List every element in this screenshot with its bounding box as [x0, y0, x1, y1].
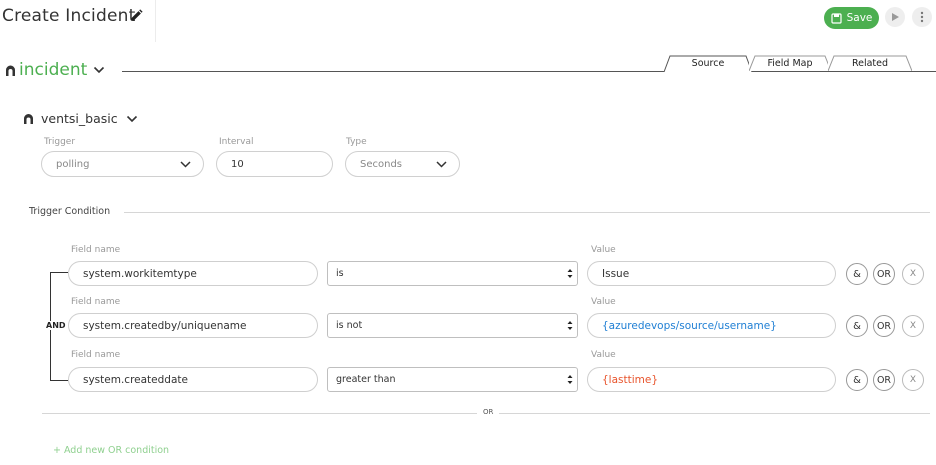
- chevron-down-icon: [436, 160, 447, 168]
- source-icon: [24, 114, 33, 124]
- save-icon: [831, 12, 842, 24]
- type-value: Seconds: [360, 158, 403, 170]
- header-divider: [155, 0, 156, 42]
- remove-condition-button[interactable]: X: [902, 315, 924, 337]
- chevron-down-icon[interactable]: [126, 115, 138, 123]
- entity-name[interactable]: incident: [19, 60, 87, 80]
- or-divider-label: OR: [477, 408, 500, 416]
- condition-field-input[interactable]: system.createddate: [68, 367, 318, 392]
- add-and-button[interactable]: &: [846, 369, 868, 391]
- select-arrows-icon: [567, 375, 573, 384]
- save-button[interactable]: Save: [824, 7, 879, 29]
- add-or-button[interactable]: OR: [873, 315, 895, 337]
- condition-field-value: system.createdby/uniquename: [83, 319, 247, 332]
- field-name-label: Field name: [71, 245, 121, 255]
- more-vertical-icon: [920, 11, 924, 23]
- tab-source[interactable]: Source: [664, 55, 752, 72]
- remove-condition-button[interactable]: X: [902, 263, 924, 285]
- condition-operator-select[interactable]: greater than: [327, 367, 578, 392]
- condition-field-input[interactable]: system.createdby/uniquename: [68, 313, 318, 338]
- type-label: Type: [346, 137, 367, 147]
- value-label: Value: [591, 245, 616, 255]
- play-icon: [892, 13, 899, 21]
- add-and-button[interactable]: &: [846, 263, 868, 285]
- section-divider: [124, 212, 930, 213]
- value-label: Value: [591, 297, 616, 307]
- run-button[interactable]: [885, 7, 905, 27]
- page-title: Create Incident: [2, 6, 136, 26]
- condition-value-input[interactable]: Issue: [587, 261, 836, 286]
- select-arrows-icon: [567, 269, 573, 278]
- chevron-down-icon: [180, 160, 191, 168]
- condition-field-value: system.createddate: [83, 373, 188, 386]
- entity-icon: [6, 65, 15, 76]
- value-label: Value: [591, 350, 616, 360]
- condition-value: {azuredevops/source/username}: [602, 319, 777, 332]
- condition-value-input[interactable]: {lasttime}: [587, 367, 836, 392]
- save-label: Save: [846, 12, 873, 24]
- trigger-value: polling: [56, 158, 90, 170]
- add-or-button[interactable]: OR: [873, 369, 895, 391]
- condition-operator-select[interactable]: is not: [327, 313, 578, 338]
- and-operator-label[interactable]: AND: [44, 321, 68, 330]
- condition-operator-select[interactable]: is: [327, 261, 578, 286]
- trigger-select[interactable]: polling: [41, 151, 204, 177]
- add-or-condition-link[interactable]: + Add new OR condition: [53, 445, 169, 456]
- field-name-label: Field name: [71, 350, 121, 360]
- tab-field-map-label: Field Map: [767, 57, 813, 69]
- interval-label: Interval: [219, 137, 254, 147]
- trigger-label: Trigger: [44, 137, 76, 147]
- tab-field-map[interactable]: Field Map: [749, 55, 831, 71]
- condition-field-input[interactable]: system.workitemtype: [68, 261, 318, 286]
- interval-input[interactable]: 10: [216, 151, 333, 177]
- add-and-button[interactable]: &: [846, 315, 868, 337]
- remove-condition-button[interactable]: X: [902, 369, 924, 391]
- interval-value: 10: [231, 158, 244, 170]
- tab-related[interactable]: Related: [828, 55, 912, 71]
- condition-value-input[interactable]: {azuredevops/source/username}: [587, 313, 836, 338]
- condition-operator-value: is: [336, 268, 344, 279]
- and-bracket-bottom: [50, 380, 68, 381]
- entity-divider: [122, 71, 936, 72]
- chevron-down-icon[interactable]: [93, 66, 105, 74]
- condition-operator-value: is not: [336, 320, 363, 331]
- condition-value: Issue: [602, 267, 630, 280]
- condition-value: {lasttime}: [602, 373, 659, 386]
- trigger-condition-title: Trigger Condition: [29, 206, 111, 217]
- tab-related-label: Related: [851, 57, 889, 69]
- pencil-icon[interactable]: [128, 8, 144, 24]
- tab-source-label: Source: [691, 58, 725, 69]
- select-arrows-icon: [567, 321, 573, 330]
- more-options-button[interactable]: [912, 7, 932, 27]
- condition-operator-value: greater than: [336, 374, 396, 385]
- add-or-button[interactable]: OR: [873, 263, 895, 285]
- field-name-label: Field name: [71, 297, 121, 307]
- type-select[interactable]: Seconds: [345, 151, 460, 177]
- source-name[interactable]: ventsi_basic: [41, 111, 118, 126]
- and-bracket-top: [50, 272, 68, 273]
- condition-field-value: system.workitemtype: [83, 267, 197, 280]
